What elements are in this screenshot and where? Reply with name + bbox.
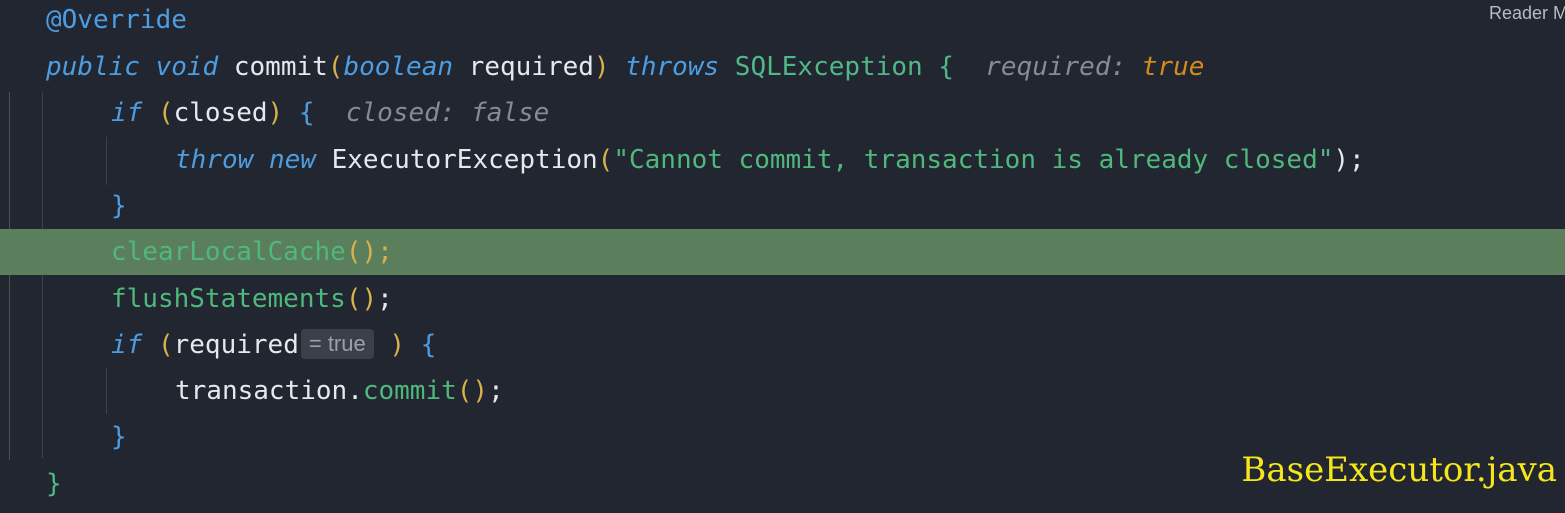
open-paren: ( <box>157 330 174 360</box>
semicolon: ; <box>377 237 393 267</box>
method-call: clearLocalCache <box>111 237 346 267</box>
annotation: @Override <box>46 5 187 35</box>
keyword-throw: throw <box>175 145 254 175</box>
exception-type: SQLException <box>734 52 923 82</box>
code-line-7[interactable]: flushStatements(); <box>0 276 1565 322</box>
code-line-4[interactable]: throw new ExecutorException("Cannot comm… <box>0 137 1565 183</box>
open-paren: ( <box>597 145 614 175</box>
close-paren: ) <box>593 52 610 82</box>
method-name: commit <box>233 52 328 82</box>
close-paren: ) <box>267 98 284 128</box>
close-brace: } <box>111 422 127 452</box>
code-line-3[interactable]: if (closed) { closed: false <box>0 90 1565 136</box>
object-transaction: transaction <box>175 376 348 406</box>
class-name: ExecutorException <box>331 145 598 175</box>
semicolon: ; <box>377 284 393 314</box>
param-name: required <box>468 52 594 82</box>
keyword-new: new <box>268 145 316 175</box>
close-paren: ) <box>389 330 406 360</box>
open-brace: { <box>298 98 315 128</box>
code-line-1[interactable]: @Override <box>0 0 1565 43</box>
keyword-void: void <box>155 52 219 82</box>
code-editor[interactable]: Reader M @Override public void commit(bo… <box>0 0 1565 513</box>
dot: . <box>347 376 363 406</box>
semicolon: ; <box>488 376 504 406</box>
string-literal: "Cannot commit, transaction is already c… <box>613 145 1334 175</box>
parens: () <box>456 376 489 406</box>
param-type: boolean <box>343 52 454 82</box>
open-paren: ( <box>327 52 344 82</box>
debug-hint-value: true <box>1141 52 1205 82</box>
code-line-6-execution-point[interactable]: clearLocalCache(); <box>0 229 1565 275</box>
keyword-public: public <box>46 52 140 82</box>
keyword-if: if <box>111 330 143 360</box>
variable-closed: closed <box>173 98 268 128</box>
code-line-8[interactable]: if (required = true ) { <box>0 322 1565 368</box>
open-brace: { <box>938 52 954 82</box>
method-call: flushStatements <box>111 284 346 314</box>
method-call: commit <box>362 376 457 406</box>
keyword-if: if <box>111 98 143 128</box>
close-statement: ); <box>1333 145 1365 175</box>
code-line-5[interactable]: } <box>0 183 1565 229</box>
variable-required: required <box>173 330 299 360</box>
close-brace: } <box>111 191 127 221</box>
code-line-2[interactable]: public void commit(boolean required) thr… <box>0 44 1565 90</box>
debug-hint-value: false <box>471 98 550 128</box>
parens: () <box>345 237 378 267</box>
debug-hint-label: required: <box>985 52 1127 82</box>
inline-value-chip[interactable]: = true <box>300 329 374 359</box>
keyword-throws: throws <box>625 52 720 82</box>
parens: () <box>345 284 378 314</box>
file-name-caption: BaseExecutor.java <box>1241 450 1557 490</box>
code-line-9[interactable]: transaction.commit(); <box>0 368 1565 414</box>
open-paren: ( <box>157 98 174 128</box>
debug-hint-label: closed: <box>345 98 456 128</box>
open-brace: { <box>420 330 437 360</box>
close-brace: } <box>46 469 62 499</box>
